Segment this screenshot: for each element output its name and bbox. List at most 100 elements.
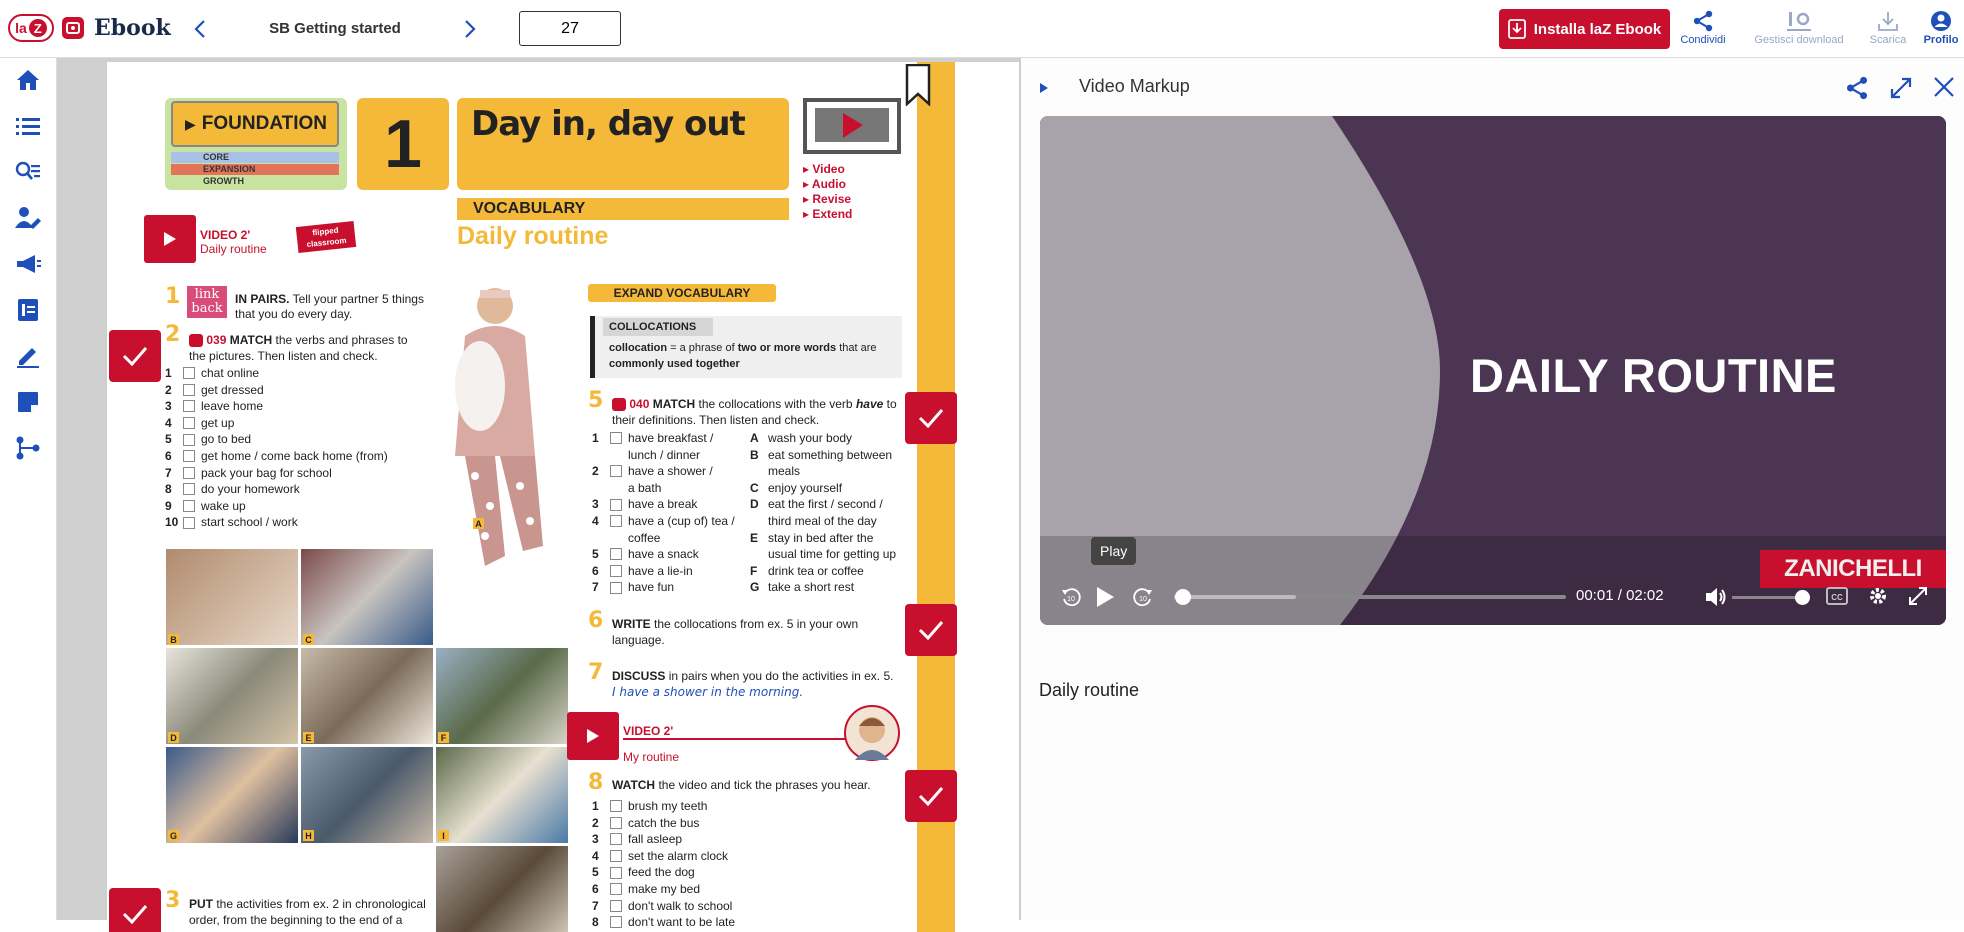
- exercise-check-button[interactable]: [109, 330, 161, 382]
- logo-la-text: la: [15, 20, 27, 36]
- next-page-button[interactable]: [456, 15, 484, 43]
- checkbox[interactable]: [183, 466, 195, 479]
- checkbox[interactable]: [610, 548, 622, 561]
- video-player[interactable]: DAILY ROUTINE ZANICHELLI Play 10 10 00:0…: [1040, 116, 1946, 625]
- fullscreen-icon[interactable]: [1908, 586, 1928, 606]
- forward-10-icon[interactable]: 10: [1132, 586, 1154, 608]
- chevron-right-icon: [465, 20, 476, 38]
- photo-label-h: H: [303, 830, 314, 841]
- video2-label: VIDEO 2' My routine: [623, 718, 679, 770]
- media-link-revise[interactable]: ▸ Revise: [803, 192, 852, 207]
- share-button[interactable]: Condividi: [1680, 8, 1726, 46]
- checkbox[interactable]: [183, 383, 195, 396]
- checkbox[interactable]: [183, 516, 195, 529]
- tree-structure-icon[interactable]: [14, 434, 42, 462]
- exercise-7-text: DISCUSS in pairs when you do the activit…: [612, 669, 894, 699]
- exercise-1-number: 1: [165, 284, 181, 309]
- volume-knob[interactable]: [1795, 590, 1811, 605]
- book-reader: ▶ FOUNDATION CORE EXPANSION GROWTH 1 Day …: [57, 58, 1020, 932]
- checkbox[interactable]: [610, 498, 622, 511]
- list-item: Estay in bed after the: [750, 530, 896, 547]
- exercise-5-left-list: 1 have breakfast / lunch / dinner 2 have a s…: [592, 430, 735, 596]
- laz-logo: la Z: [8, 14, 54, 42]
- media-link-audio[interactable]: ▸ Audio: [803, 177, 852, 192]
- media-thumbnail-icon[interactable]: [803, 98, 901, 154]
- checkbox[interactable]: [183, 483, 195, 496]
- bookmark-icon[interactable]: [905, 64, 931, 106]
- share-icon[interactable]: [1845, 76, 1869, 100]
- checkbox[interactable]: [610, 833, 622, 846]
- rewind-10-icon[interactable]: 10: [1060, 586, 1082, 608]
- item-letter: C: [750, 480, 759, 495]
- checkbox[interactable]: [183, 500, 195, 513]
- list-item-continuation: coffee: [592, 530, 735, 547]
- checkbox[interactable]: [610, 515, 622, 528]
- checkbox[interactable]: [610, 465, 622, 478]
- previous-page-button[interactable]: [186, 15, 214, 43]
- checkbox[interactable]: [610, 581, 622, 594]
- checkbox[interactable]: [610, 800, 622, 813]
- close-icon[interactable]: [1933, 76, 1955, 98]
- audio-icon[interactable]: [612, 398, 626, 412]
- profile-button[interactable]: Profilo: [1922, 8, 1960, 46]
- volume-track[interactable]: [1732, 590, 1811, 605]
- closed-captions-icon[interactable]: CC: [1826, 587, 1848, 605]
- checkbox[interactable]: [610, 866, 622, 879]
- exercise-check-button-3[interactable]: [109, 888, 161, 932]
- item-text: get up: [201, 415, 235, 430]
- exercise-check-button-8[interactable]: [905, 770, 957, 822]
- item-text: fall asleep: [628, 832, 683, 847]
- sticky-note-icon[interactable]: [14, 388, 42, 416]
- install-button[interactable]: Installa laZ Ebook: [1499, 9, 1670, 49]
- checkbox[interactable]: [610, 850, 622, 863]
- checkbox[interactable]: [610, 916, 622, 929]
- exercise-check-button-5[interactable]: [905, 392, 957, 444]
- checkbox[interactable]: [183, 417, 195, 430]
- checkbox[interactable]: [610, 565, 622, 578]
- list-item: third meal of the day: [750, 513, 896, 530]
- page-number-input[interactable]: [519, 11, 621, 46]
- photo-b: [165, 548, 299, 646]
- video-play-button[interactable]: [144, 215, 196, 263]
- list-item: 2 get dressed: [165, 382, 388, 399]
- pen-underline-icon[interactable]: [14, 342, 42, 370]
- checkbox[interactable]: [183, 433, 195, 446]
- checkbox[interactable]: [183, 367, 195, 380]
- megaphone-icon[interactable]: [14, 250, 42, 278]
- settings-gear-icon[interactable]: [1868, 586, 1888, 606]
- checkbox[interactable]: [610, 899, 622, 912]
- download-label: Scarica: [1869, 34, 1907, 46]
- media-link-extend[interactable]: ▸ Extend: [803, 207, 852, 222]
- play-icon[interactable]: [1094, 585, 1116, 609]
- index-list-icon[interactable]: [14, 112, 42, 140]
- collapse-arrow-icon[interactable]: [1039, 82, 1049, 94]
- list-item: 5 have a snack: [592, 546, 735, 563]
- video2-play-button[interactable]: [567, 712, 619, 760]
- checkbox[interactable]: [610, 432, 622, 445]
- home-icon[interactable]: [14, 66, 42, 94]
- checkbox[interactable]: [610, 816, 622, 829]
- item-text: brush my teeth: [628, 799, 708, 813]
- user-edit-icon[interactable]: [14, 204, 42, 232]
- link-back-badge[interactable]: link back: [187, 286, 227, 318]
- laz-ebook-logo[interactable]: la Z Ebook: [8, 14, 171, 42]
- checkbox[interactable]: [183, 400, 195, 413]
- volume-icon[interactable]: [1704, 585, 1728, 609]
- exercise-check-button-6[interactable]: [905, 604, 957, 656]
- download-button[interactable]: Scarica: [1870, 8, 1906, 46]
- expand-icon[interactable]: [1889, 76, 1913, 100]
- progress-knob[interactable]: [1175, 589, 1192, 605]
- item-number: 7: [165, 465, 172, 480]
- item-text: enjoy yourself: [768, 480, 843, 495]
- checkbox[interactable]: [183, 450, 195, 463]
- audio-icon[interactable]: [189, 334, 203, 348]
- document-text-icon[interactable]: [14, 296, 42, 324]
- list-item: 1 brush my teeth: [592, 798, 735, 815]
- manage-downloads-button[interactable]: Gestisci download: [1750, 8, 1848, 46]
- book-page: ▶ FOUNDATION CORE EXPANSION GROWTH 1 Day …: [107, 62, 1019, 932]
- progress-track[interactable]: [1174, 589, 1566, 605]
- item-text: have a (cup of) tea /: [628, 513, 735, 528]
- search-text-icon[interactable]: [14, 158, 42, 186]
- media-link-video[interactable]: ▸ Video: [803, 162, 852, 177]
- checkbox[interactable]: [610, 883, 622, 896]
